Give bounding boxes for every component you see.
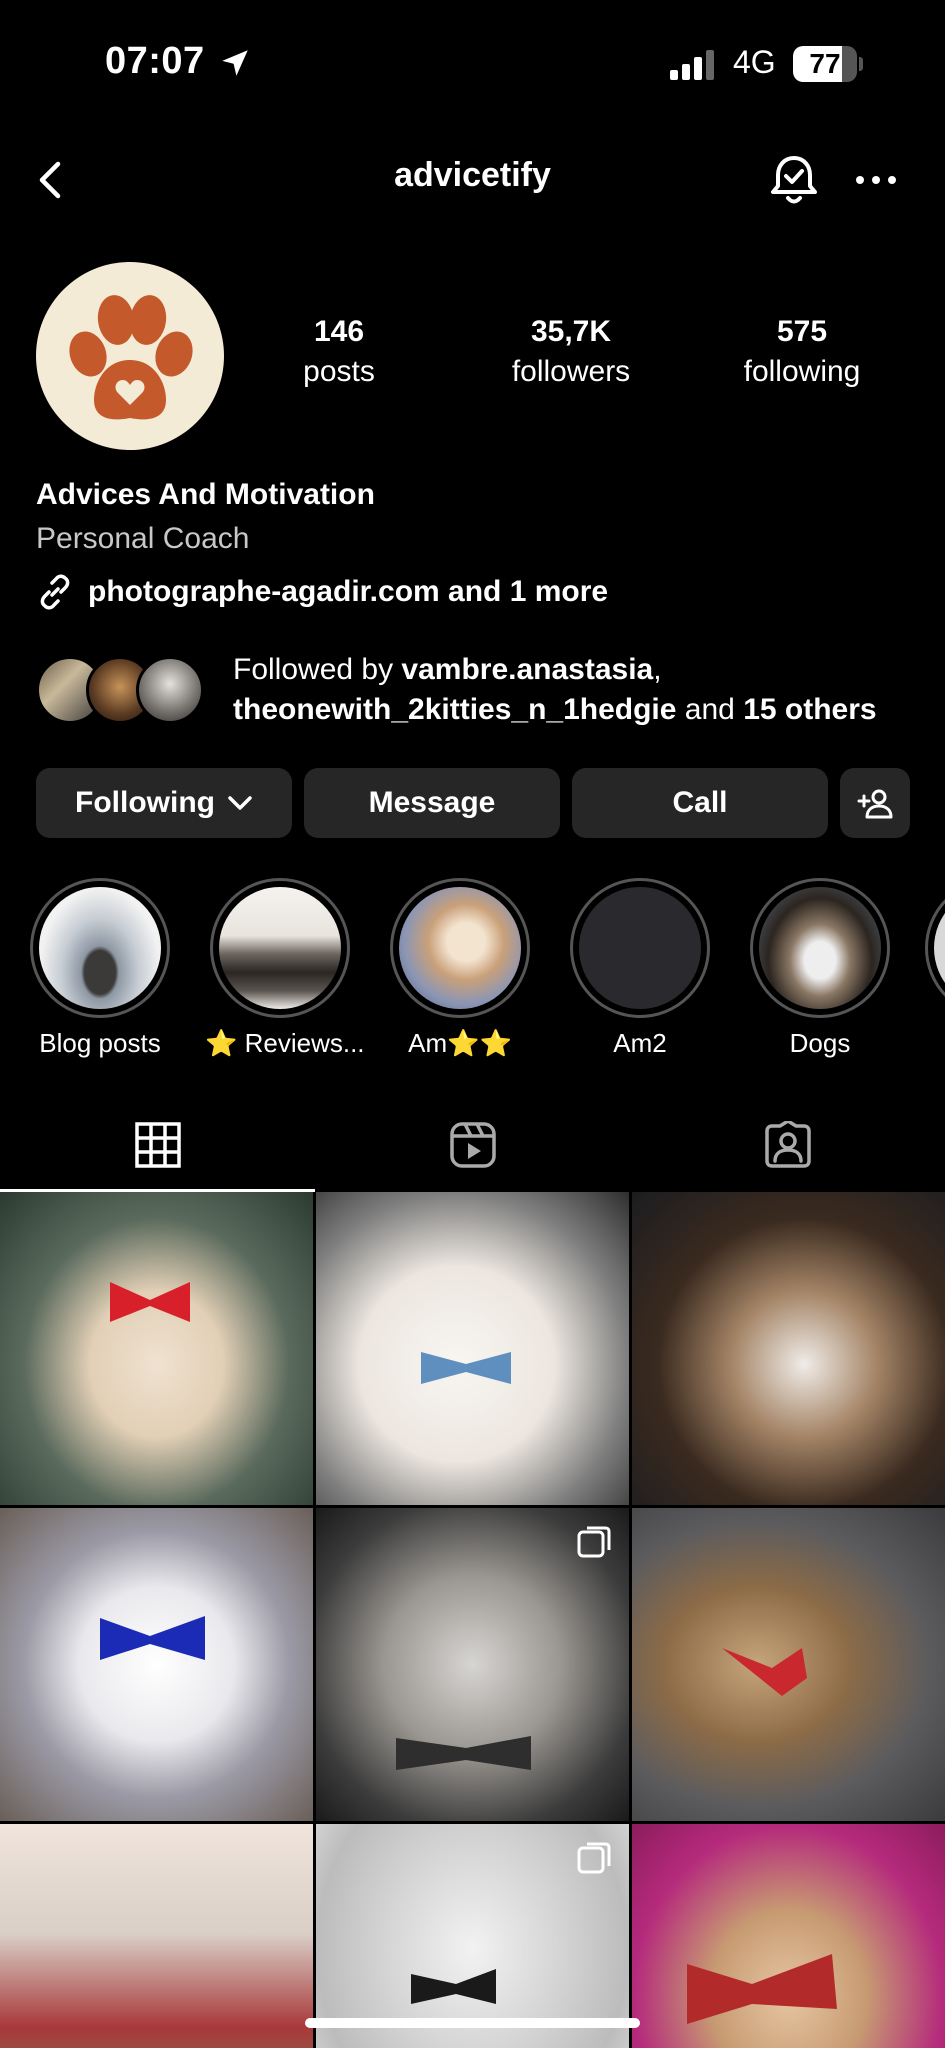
highlight-reviews[interactable]: ⭐ Reviews... (205, 878, 365, 1059)
link-icon (40, 574, 70, 610)
followed-user: vambre.anastasia (401, 653, 654, 686)
highlight-cover (934, 887, 945, 1009)
call-button[interactable]: Call (572, 768, 828, 838)
followed-prefix: Followed by (233, 653, 402, 686)
bow-tie-icon (100, 1616, 205, 1660)
followed-others: 15 others (743, 693, 877, 726)
bow-tie-icon (421, 1352, 511, 1384)
stat-number: 35,7K (530, 315, 612, 348)
more-options-button[interactable] (848, 160, 904, 200)
post-thumbnail[interactable] (0, 1192, 313, 1505)
highlight-label: Blog posts (39, 1028, 161, 1058)
post-thumbnail[interactable] (316, 1824, 629, 2048)
post-thumbnail[interactable] (632, 1824, 945, 2048)
bell-check-icon (771, 156, 817, 204)
stat-label: followers (511, 355, 631, 388)
message-button[interactable]: Message (304, 768, 560, 838)
highlight-label: ⭐ Reviews... (205, 1028, 365, 1058)
carousel-icon (577, 1842, 611, 1874)
add-person-icon (857, 789, 893, 819)
profile-header: advicetify (0, 140, 945, 220)
highlight-am-stars[interactable]: Am⭐⭐ (385, 878, 535, 1059)
highlight-cover (219, 887, 341, 1009)
post-thumbnail[interactable] (0, 1508, 313, 1821)
following-label: Following (75, 786, 215, 819)
post-thumbnail[interactable] (0, 1824, 313, 2048)
highlight-dogs[interactable]: Dogs (745, 878, 895, 1059)
stat-label: following (743, 355, 861, 388)
stat-following[interactable]: 575 following (692, 315, 912, 389)
highlight-am2[interactable]: Am2 (565, 878, 715, 1059)
status-bar: 07:07 4G 77 (0, 0, 945, 130)
tab-reels[interactable] (315, 1100, 630, 1190)
stat-followers[interactable]: 35,7K followers (461, 315, 681, 389)
followed-by-text[interactable]: Followed by vambre.anastasia, theonewith_… (233, 650, 923, 730)
message-label: Message (368, 786, 496, 819)
bow-tie-icon (687, 1954, 837, 2024)
highlight-label: Dogs (789, 1028, 851, 1058)
carousel-icon (577, 1526, 611, 1558)
highlight-cover (579, 887, 701, 1009)
highlight-blog-posts[interactable]: Blog posts (25, 878, 175, 1059)
profile-name: Advices And Motivation (36, 478, 375, 511)
battery-text: 77 (809, 48, 841, 79)
highlight-cover (39, 887, 161, 1009)
stat-number: 146 (313, 315, 365, 348)
highlight-label: Am2 (613, 1028, 667, 1058)
highlight-cover (759, 887, 881, 1009)
bandana-icon (722, 1648, 807, 1696)
stat-posts[interactable]: 146 posts (229, 315, 449, 389)
stat-number: 575 (776, 315, 828, 348)
highlight-label: Am⭐⭐ (408, 1028, 512, 1058)
mutual-followers-avatars[interactable] (36, 656, 216, 726)
post-thumbnail[interactable] (316, 1508, 629, 1821)
tagged-icon (764, 1121, 811, 1168)
post-thumbnail[interactable] (632, 1508, 945, 1821)
highlight-partial[interactable] (925, 878, 945, 1018)
battery-icon: 77 (793, 46, 863, 82)
suggested-people-button[interactable] (840, 768, 910, 838)
tab-tagged[interactable] (630, 1100, 945, 1190)
bow-tie-icon (110, 1282, 190, 1322)
chevron-down-icon (228, 796, 252, 810)
followed-mid: and (676, 693, 744, 726)
posts-grid (0, 1192, 945, 2048)
tab-posts-grid[interactable] (0, 1100, 315, 1192)
followed-user: theonewith_2kitties_n_1hedgie (233, 693, 677, 726)
notification-bell-button[interactable] (766, 150, 822, 210)
post-thumbnail[interactable] (632, 1192, 945, 1505)
post-thumbnail[interactable] (316, 1192, 629, 1505)
profile-tabs (0, 1100, 945, 1192)
following-button[interactable]: Following (36, 768, 292, 838)
profile-category: Personal Coach (36, 522, 250, 555)
followed-sep: , (653, 653, 662, 686)
location-arrow-icon (222, 50, 248, 76)
signal-icon (670, 50, 714, 80)
grid-icon (134, 1122, 181, 1168)
highlight-cover (399, 887, 521, 1009)
stat-label: posts (303, 355, 375, 388)
home-indicator[interactable] (305, 2018, 640, 2028)
status-time: 07:07 (105, 40, 205, 82)
paw-heart-icon (69, 295, 193, 420)
network-label: 4G (733, 44, 776, 80)
avatar (136, 656, 204, 724)
profile-avatar[interactable] (36, 262, 224, 450)
reels-icon (449, 1122, 496, 1168)
call-label: Call (672, 786, 728, 819)
link-text: photographe-agadir.com and 1 more (88, 575, 609, 608)
profile-link[interactable]: photographe-agadir.com and 1 more (36, 572, 608, 612)
